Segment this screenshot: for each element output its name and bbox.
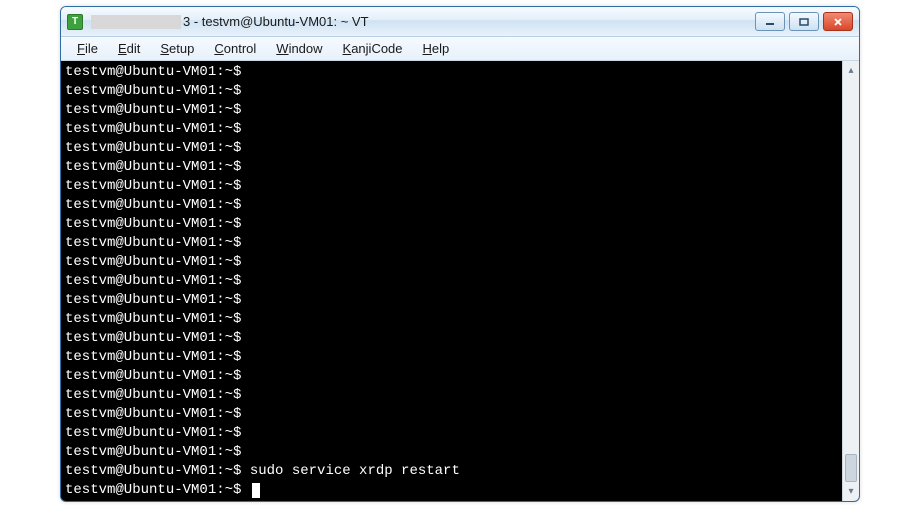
menubar: FileEditSetupControlWindowKanjiCodeHelp: [61, 37, 859, 61]
terminal-line: testvm@Ubuntu-VM01:~$: [65, 386, 838, 405]
terminal-command-line: testvm@Ubuntu-VM01:~$ sudo service xrdp …: [65, 462, 838, 481]
menu-item-edit[interactable]: Edit: [108, 39, 150, 58]
terminal-line: testvm@Ubuntu-VM01:~$: [65, 196, 838, 215]
terminal-line: testvm@Ubuntu-VM01:~$: [65, 310, 838, 329]
terminal-line: testvm@Ubuntu-VM01:~$: [65, 291, 838, 310]
scrollbar[interactable]: ▴ ▾: [842, 61, 859, 501]
menu-mnemonic: F: [77, 41, 85, 56]
redacted-block: [91, 15, 181, 29]
menu-mnemonic: H: [423, 41, 432, 56]
scrollbar-track[interactable]: [843, 78, 859, 484]
terminal-line: testvm@Ubuntu-VM01:~$: [65, 139, 838, 158]
chevron-down-icon: ▾: [848, 486, 853, 497]
menu-item-window[interactable]: Window: [266, 39, 332, 58]
terminal-line: testvm@Ubuntu-VM01:~$: [65, 63, 838, 82]
menu-mnemonic: C: [214, 41, 223, 56]
menu-label-rest: anjiCode: [351, 41, 402, 56]
menu-label-rest: etup: [169, 41, 194, 56]
terminal-current-line[interactable]: testvm@Ubuntu-VM01:~$: [65, 481, 838, 500]
terminal-line: testvm@Ubuntu-VM01:~$: [65, 424, 838, 443]
maximize-icon: [799, 18, 809, 26]
menu-item-control[interactable]: Control: [204, 39, 266, 58]
terminal-line: testvm@Ubuntu-VM01:~$: [65, 329, 838, 348]
close-icon: [833, 18, 843, 26]
terminal-line: testvm@Ubuntu-VM01:~$: [65, 177, 838, 196]
terminal-line: testvm@Ubuntu-VM01:~$: [65, 348, 838, 367]
menu-label-rest: indow: [289, 41, 323, 56]
close-button[interactable]: [823, 12, 853, 31]
terminal-line: testvm@Ubuntu-VM01:~$: [65, 367, 838, 386]
menu-item-setup[interactable]: Setup: [150, 39, 204, 58]
menu-label-rest: ontrol: [224, 41, 257, 56]
menu-label-rest: dit: [127, 41, 141, 56]
window-title: 3 - testvm@Ubuntu-VM01: ~ VT: [89, 14, 755, 30]
terminal-area: testvm@Ubuntu-VM01:~$ testvm@Ubuntu-VM01…: [61, 61, 859, 501]
terminal-line: testvm@Ubuntu-VM01:~$: [65, 82, 838, 101]
terminal-line: testvm@Ubuntu-VM01:~$: [65, 253, 838, 272]
menu-mnemonic: K: [343, 41, 352, 56]
menu-label-rest: elp: [432, 41, 449, 56]
titlebar[interactable]: T 3 - testvm@Ubuntu-VM01: ~ VT: [61, 7, 859, 37]
app-icon: T: [67, 14, 83, 30]
menu-mnemonic: E: [118, 41, 127, 56]
menu-mnemonic: S: [160, 41, 169, 56]
scrollbar-thumb[interactable]: [845, 454, 857, 482]
app-window: T 3 - testvm@Ubuntu-VM01: ~ VT FileEditS…: [60, 6, 860, 502]
menu-item-kanjicode[interactable]: KanjiCode: [333, 39, 413, 58]
chevron-up-icon: ▴: [848, 65, 853, 76]
terminal-line: testvm@Ubuntu-VM01:~$: [65, 101, 838, 120]
terminal-line: testvm@Ubuntu-VM01:~$: [65, 405, 838, 424]
terminal[interactable]: testvm@Ubuntu-VM01:~$ testvm@Ubuntu-VM01…: [61, 61, 842, 501]
terminal-line: testvm@Ubuntu-VM01:~$: [65, 215, 838, 234]
maximize-button[interactable]: [789, 12, 819, 31]
menu-item-file[interactable]: File: [67, 39, 108, 58]
terminal-cursor: [252, 483, 260, 498]
minimize-icon: [765, 18, 775, 26]
terminal-line: testvm@Ubuntu-VM01:~$: [65, 272, 838, 291]
terminal-line: testvm@Ubuntu-VM01:~$: [65, 158, 838, 177]
terminal-line: testvm@Ubuntu-VM01:~$: [65, 443, 838, 462]
menu-mnemonic: W: [276, 41, 288, 56]
window-controls: [755, 12, 853, 31]
terminal-line: testvm@Ubuntu-VM01:~$: [65, 120, 838, 139]
scroll-down-button[interactable]: ▾: [844, 484, 859, 499]
menu-label-rest: ile: [85, 41, 98, 56]
menu-item-help[interactable]: Help: [413, 39, 460, 58]
minimize-button[interactable]: [755, 12, 785, 31]
scroll-up-button[interactable]: ▴: [844, 63, 859, 78]
terminal-line: testvm@Ubuntu-VM01:~$: [65, 234, 838, 253]
